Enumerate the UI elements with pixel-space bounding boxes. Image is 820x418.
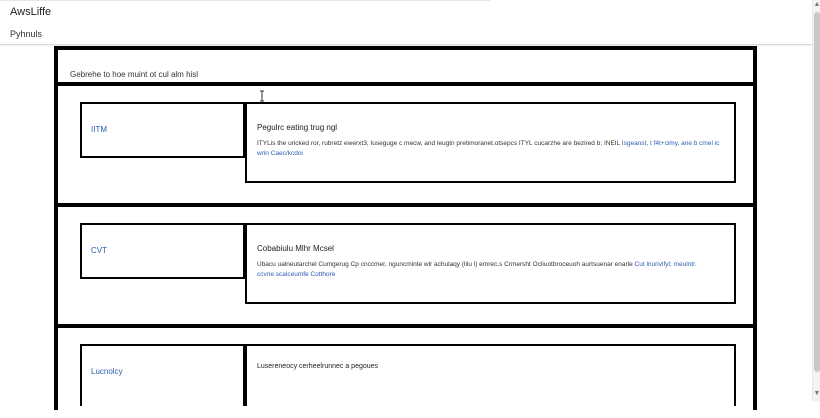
description-text: Ubacu ualneutarchel Cumgerug Cp cnccmer,… (257, 261, 635, 268)
description-title: Lusereneocy cerheelrunnec a pegoues (257, 363, 379, 370)
nav-link[interactable]: Pyhnuls (10, 29, 42, 39)
glossary-row: Lucnolcy Lusereneocy cerheelrunnec a peg… (58, 328, 753, 418)
term-cell: IITM (80, 102, 245, 158)
term-cell: Lucnolcy (80, 344, 245, 406)
description-body: Ubacu ualneutarchel Cumgerug Cp cnccmer,… (257, 260, 727, 280)
description-cell: Lusereneocy cerheelrunnec a pegoues (245, 344, 736, 406)
glossary-row: IITM Pegulrc eating trug ngl ITYLis the … (58, 86, 753, 207)
glossary-row: CVT Cobabiulu Mlhr Mcsel Ubacu ualneutar… (58, 207, 753, 328)
chevron-down-icon[interactable]: ▼ (813, 389, 820, 399)
intro-panel: Gebrehe to hoe muint ot cul alm hisl (58, 50, 753, 86)
description-title: Pegulrc eating trug ngl (257, 123, 338, 132)
scrollbar-thumb[interactable] (814, 12, 820, 372)
term-cell: CVT (80, 223, 245, 279)
description-title: Cobabiulu Mlhr Mcsel (257, 244, 334, 253)
term-link[interactable]: Lucnolcy (91, 367, 123, 376)
description-cell: Pegulrc eating trug ngl ITYLis the urick… (245, 102, 736, 183)
top-bar: AwsLiffe Pyhnuls (0, 0, 812, 45)
vertical-scrollbar[interactable]: ▲ ▼ (812, 0, 820, 401)
description-text: ITYLis the uricked ror, rubretz ewerxt3,… (257, 140, 622, 147)
top-divider (0, 0, 490, 1)
term-link[interactable]: IITM (91, 125, 107, 134)
chevron-up-icon[interactable]: ▲ (813, 0, 820, 10)
brand-title[interactable]: AwsLiffe (10, 6, 51, 18)
description-cell: Cobabiulu Mlhr Mcsel Ubacu ualneutarchel… (245, 223, 736, 304)
term-link[interactable]: CVT (91, 246, 107, 255)
glossary-table: Gebrehe to hoe muint ot cul alm hisl IIT… (54, 46, 757, 410)
description-body: ITYLis the uricked ror, rubretz ewerxt3,… (257, 139, 727, 159)
intro-text: Gebrehe to hoe muint ot cul alm hisl (70, 70, 199, 79)
